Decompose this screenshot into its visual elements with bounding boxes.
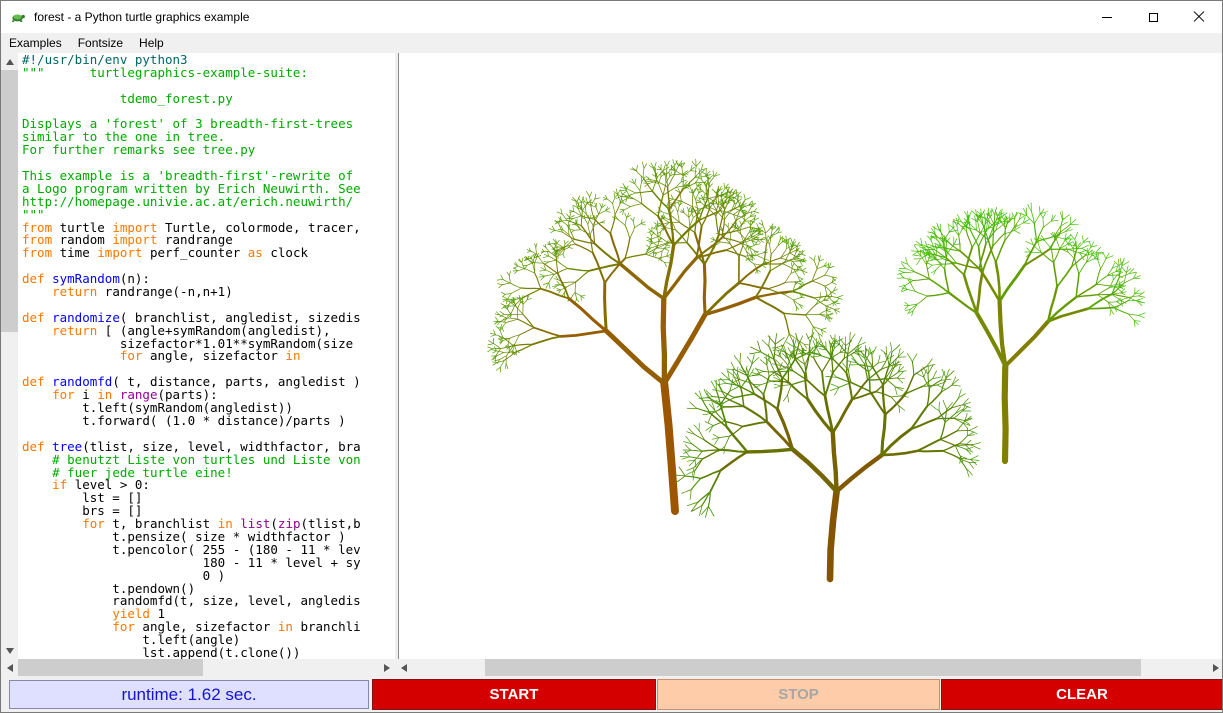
stop-button[interactable]: STOP	[657, 679, 940, 710]
arrow-left-icon	[401, 664, 407, 672]
fractal-tree-left-large-tree	[488, 159, 843, 511]
fractal-tree-middle-tree	[674, 332, 981, 579]
canvas-scroll-left-button[interactable]	[395, 659, 412, 676]
close-button[interactable]	[1176, 1, 1222, 33]
menu-examples[interactable]: Examples	[1, 34, 70, 52]
fractal-tree-right-tree	[897, 203, 1145, 461]
code-vscroll-thumb[interactable]	[1, 70, 18, 332]
window-controls	[1084, 1, 1222, 33]
menubar: Examples Fontsize Help	[1, 33, 1222, 53]
canvas-hscroll-thumb[interactable]	[485, 659, 1141, 676]
canvas-scroll-right-button[interactable]	[1207, 659, 1223, 676]
clear-button[interactable]: CLEAR	[941, 679, 1223, 710]
minimize-icon	[1102, 17, 1112, 18]
arrow-right-icon	[384, 664, 390, 672]
arrow-left-icon	[7, 664, 13, 672]
code-pane[interactable]: #!/usr/bin/env python3""" turtlegraphics…	[18, 53, 395, 659]
arrow-right-icon	[1213, 664, 1219, 672]
code-line: for angle, sizefactor in	[22, 350, 395, 363]
code-text: #!/usr/bin/env python3""" turtlegraphics…	[22, 54, 395, 659]
start-button[interactable]: START	[372, 679, 656, 710]
code-line: tdemo_forest.py	[22, 93, 395, 106]
code-vertical-scrollbar[interactable]	[1, 53, 18, 659]
code-line: http://homepage.univie.ac.at/erich.neuwi…	[22, 196, 395, 209]
window-title: forest - a Python turtle graphics exampl…	[34, 10, 249, 24]
code-line: return randrange(-n,n+1)	[22, 286, 395, 299]
turtle-app-icon	[10, 9, 26, 25]
code-horizontal-scrollbar[interactable]	[1, 659, 395, 676]
scroll-up-button[interactable]	[1, 53, 18, 70]
forest-drawing	[399, 53, 1223, 659]
code-hscroll-thumb[interactable]	[18, 659, 203, 676]
code-scroll-right-button[interactable]	[378, 659, 395, 676]
code-line: t.forward( (1.0 * distance)/parts )	[22, 415, 395, 428]
canvas-horizontal-scrollbar[interactable]	[395, 659, 1223, 676]
arrow-down-icon	[6, 648, 14, 654]
minimize-button[interactable]	[1084, 1, 1130, 33]
titlebar: forest - a Python turtle graphics exampl…	[1, 1, 1222, 33]
status-bar: runtime: 1.62 sec. START STOP CLEAR	[1, 676, 1222, 713]
scroll-down-button[interactable]	[1, 642, 18, 659]
maximize-button[interactable]	[1130, 1, 1176, 33]
menu-fontsize[interactable]: Fontsize	[70, 34, 131, 52]
app-window: forest - a Python turtle graphics exampl…	[0, 0, 1223, 713]
code-line: lst.append(t.clone())	[22, 647, 395, 659]
runtime-label: runtime: 1.62 sec.	[9, 680, 369, 709]
arrow-up-icon	[6, 59, 14, 65]
code-line: from time import perf_counter as clock	[22, 247, 395, 260]
maximize-icon	[1149, 13, 1158, 22]
code-line: """ turtlegraphics-example-suite:	[22, 67, 395, 80]
code-scroll-left-button[interactable]	[1, 659, 18, 676]
menu-help[interactable]: Help	[131, 34, 172, 52]
turtle-canvas[interactable]	[398, 53, 1223, 659]
close-icon	[1193, 11, 1205, 23]
code-line: For further remarks see tree.py	[22, 144, 395, 157]
